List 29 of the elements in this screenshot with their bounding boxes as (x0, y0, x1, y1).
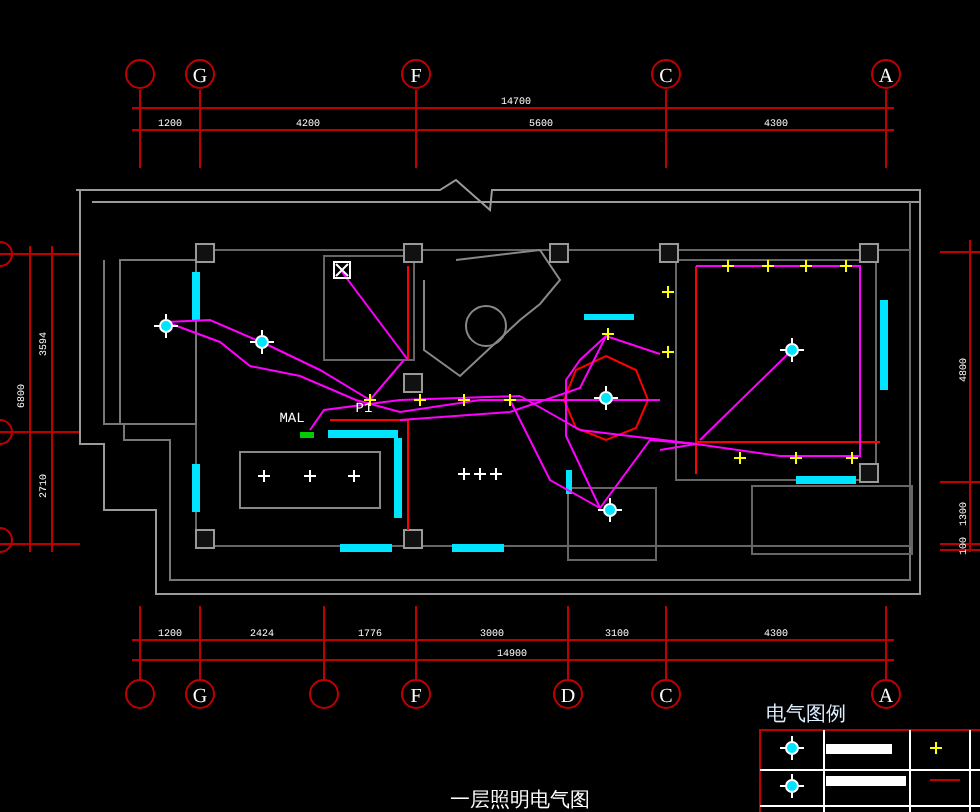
axis-bubble (185, 59, 215, 89)
axis-bubble (0, 419, 13, 445)
axis-bubble (871, 679, 901, 709)
axis-label: G (192, 66, 208, 88)
axis-label: F (410, 66, 422, 88)
axis-label: D (560, 686, 576, 708)
axis-label: G (192, 686, 208, 708)
light-fixture-icon (779, 773, 805, 799)
axis-bubble (125, 59, 155, 89)
axis-bubble (0, 241, 13, 267)
axis-bubble (0, 527, 13, 553)
drawing-title: 一层照明电气图 (450, 790, 590, 812)
axis-label: A (878, 686, 894, 708)
legend-title: 电气图例 (766, 704, 846, 726)
ceiling-point-icon (929, 741, 943, 755)
axis-label: A (878, 66, 894, 88)
axis-bubble (401, 59, 431, 89)
axis-bubble (185, 679, 215, 709)
axis-bubble (651, 679, 681, 709)
axis-bubble (651, 59, 681, 89)
axis-bubble (871, 59, 901, 89)
axis-bubble (125, 679, 155, 709)
axis-bubble (553, 679, 583, 709)
axis-label: C (659, 66, 673, 88)
axis-bubble (309, 679, 339, 709)
axis-label: F (410, 686, 422, 708)
axis-label: C (659, 686, 673, 708)
light-fixture-icon (779, 735, 805, 761)
axis-bubble (401, 679, 431, 709)
